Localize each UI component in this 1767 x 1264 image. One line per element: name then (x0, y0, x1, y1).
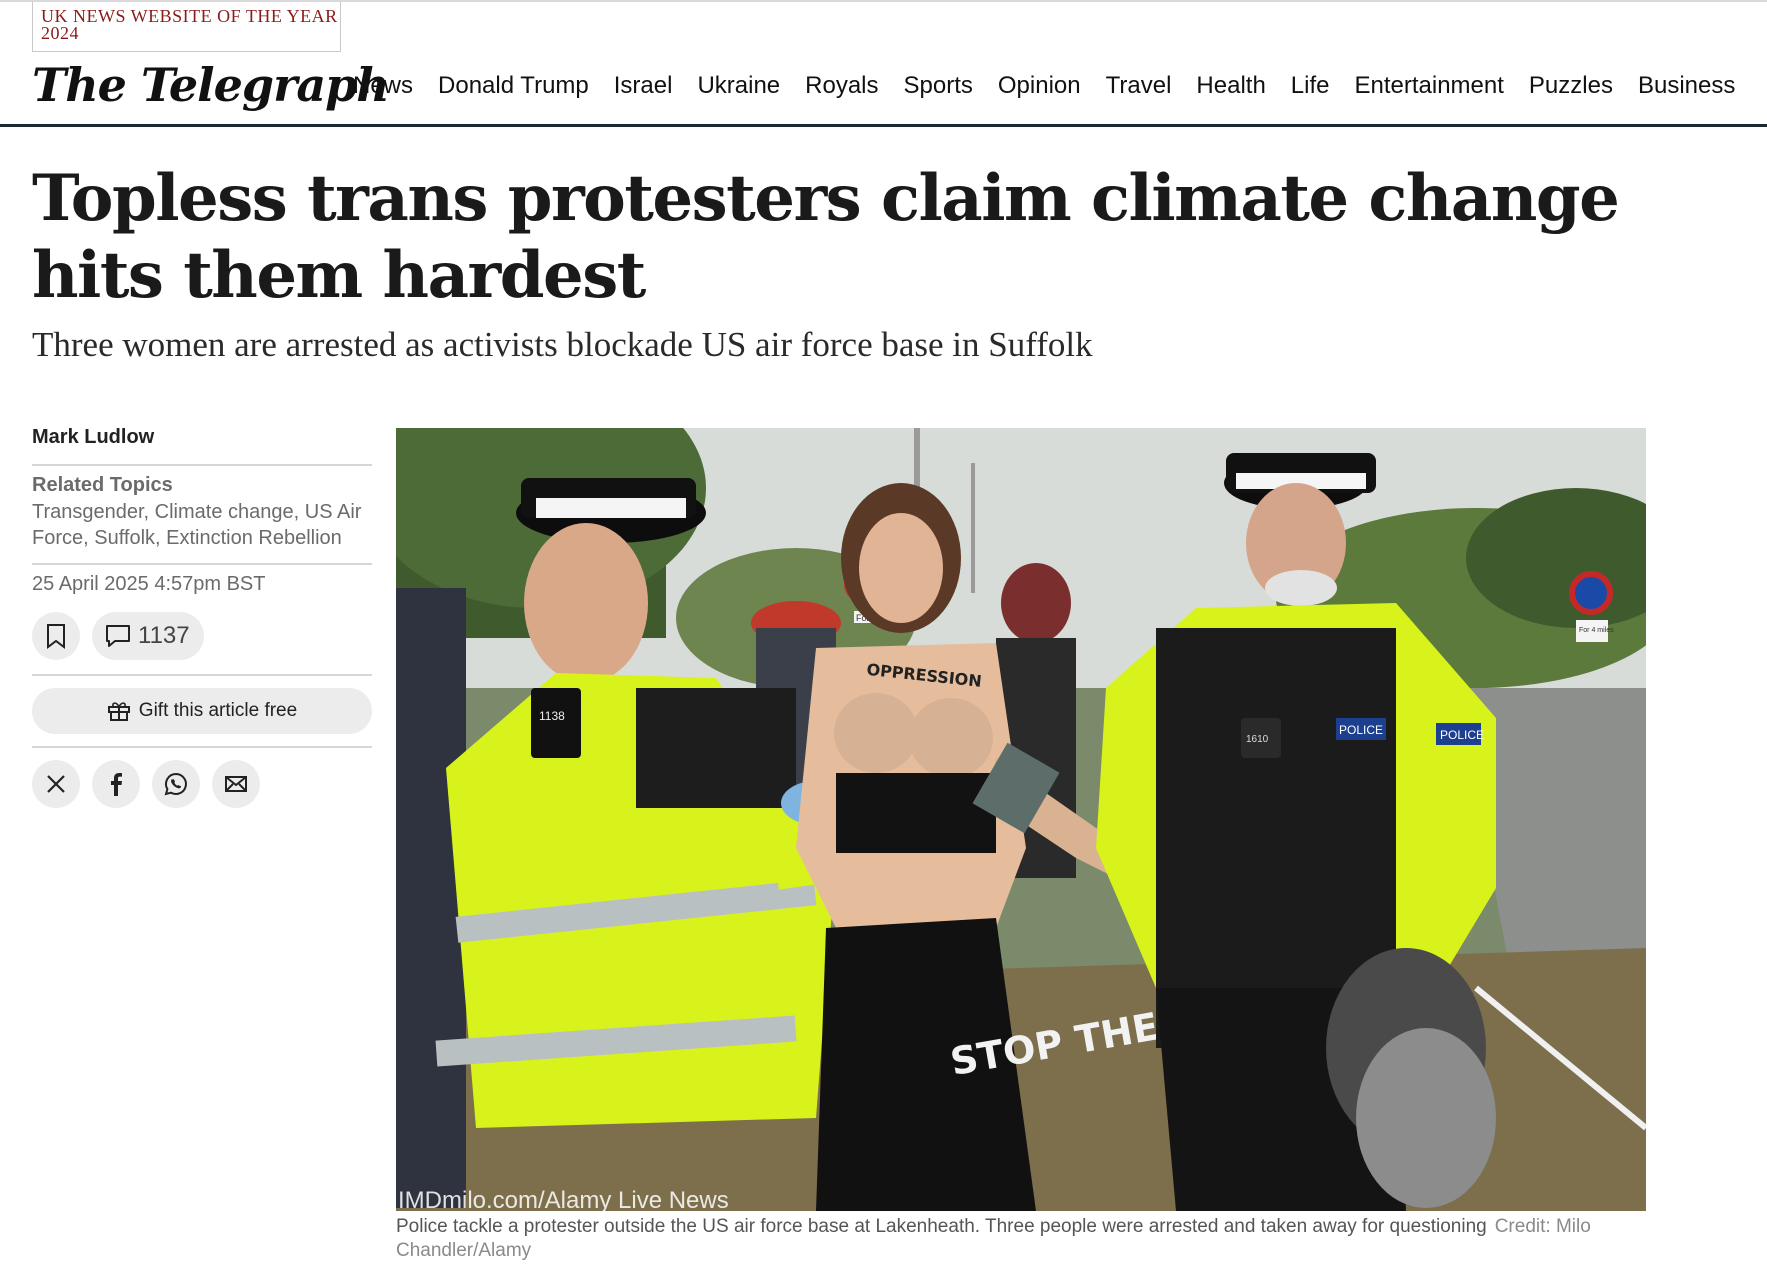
divider (32, 464, 372, 466)
related-topics-list[interactable]: Transgender, Climate change, US Air Forc… (32, 499, 372, 551)
email-icon (225, 776, 247, 792)
caption-text: Police tackle a protester outside the US… (396, 1216, 1487, 1237)
nav-news[interactable]: News (353, 72, 413, 100)
comment-count: 1137 (138, 622, 190, 649)
nav-royals[interactable]: Royals (805, 72, 878, 100)
nav-donald-trump[interactable]: Donald Trump (438, 72, 589, 100)
nav-puzzles[interactable]: Puzzles (1529, 72, 1613, 100)
whatsapp-icon (164, 772, 187, 796)
photo-watermark: IMDmilo.com/Alamy Live News (398, 1187, 729, 1211)
share-email-button[interactable] (212, 760, 260, 808)
badge-right-text: 1610 (1246, 734, 1269, 745)
site-logo[interactable]: The Telegraph (32, 58, 390, 112)
vest-left-text: POLICE (1339, 723, 1383, 737)
nav-israel[interactable]: Israel (614, 72, 673, 100)
divider (32, 746, 372, 748)
main-nav: News Donald Trump Israel Ukraine Royals … (353, 72, 1767, 100)
comments-button[interactable]: 1137 (92, 612, 204, 660)
nav-life[interactable]: Life (1291, 72, 1330, 100)
vest-right-text: POLICE (1440, 728, 1484, 742)
share-buttons (32, 760, 372, 808)
article-standfirst: Three women are arrested as activists bl… (32, 325, 1093, 364)
related-topics-label: Related Topics (32, 474, 173, 496)
article-hero-image[interactable]: For For 4 miles 1138 OPPRESSION STOP THE (396, 428, 1646, 1211)
nav-sports[interactable]: Sports (904, 72, 973, 100)
award-badge[interactable]: UK NEWS WEBSITE OF THE YEAR 2024 (32, 2, 341, 52)
bookmark-icon (47, 624, 65, 649)
nav-divider (0, 124, 1767, 127)
article-sidebar: Mark Ludlow Related Topics Transgender, … (32, 426, 372, 808)
divider (32, 563, 372, 565)
gift-icon (107, 702, 130, 721)
nav-business[interactable]: Business (1638, 72, 1735, 100)
nav-health[interactable]: Health (1196, 72, 1265, 100)
article-headline: Topless trans protesters claim climate c… (32, 161, 1620, 313)
photo-illustration: For For 4 miles 1138 OPPRESSION STOP THE (396, 428, 1646, 1211)
publish-date: 25 April 2025 4:57pm BST (32, 573, 266, 595)
bookmark-button[interactable] (32, 612, 80, 660)
sign-right-text: For 4 miles (1579, 627, 1614, 634)
badge-left-text: 1138 (539, 709, 565, 723)
nav-opinion[interactable]: Opinion (998, 72, 1081, 100)
article-actions: 1137 (32, 612, 372, 660)
nav-entertainment[interactable]: Entertainment (1355, 72, 1504, 100)
comment-icon (106, 625, 130, 647)
share-facebook-button[interactable] (92, 760, 140, 808)
author-name[interactable]: Mark Ludlow (32, 426, 372, 464)
gift-label: Gift this article free (138, 700, 298, 721)
nav-ukraine[interactable]: Ukraine (697, 72, 780, 100)
share-x-button[interactable] (32, 760, 80, 808)
nav-travel[interactable]: Travel (1106, 72, 1172, 100)
divider (32, 674, 372, 676)
share-whatsapp-button[interactable] (152, 760, 200, 808)
gift-article-button[interactable]: Gift this article free (32, 688, 372, 734)
facebook-icon (111, 773, 122, 796)
image-caption: Police tackle a protester outside the US… (396, 1215, 1646, 1263)
x-icon (47, 775, 65, 793)
